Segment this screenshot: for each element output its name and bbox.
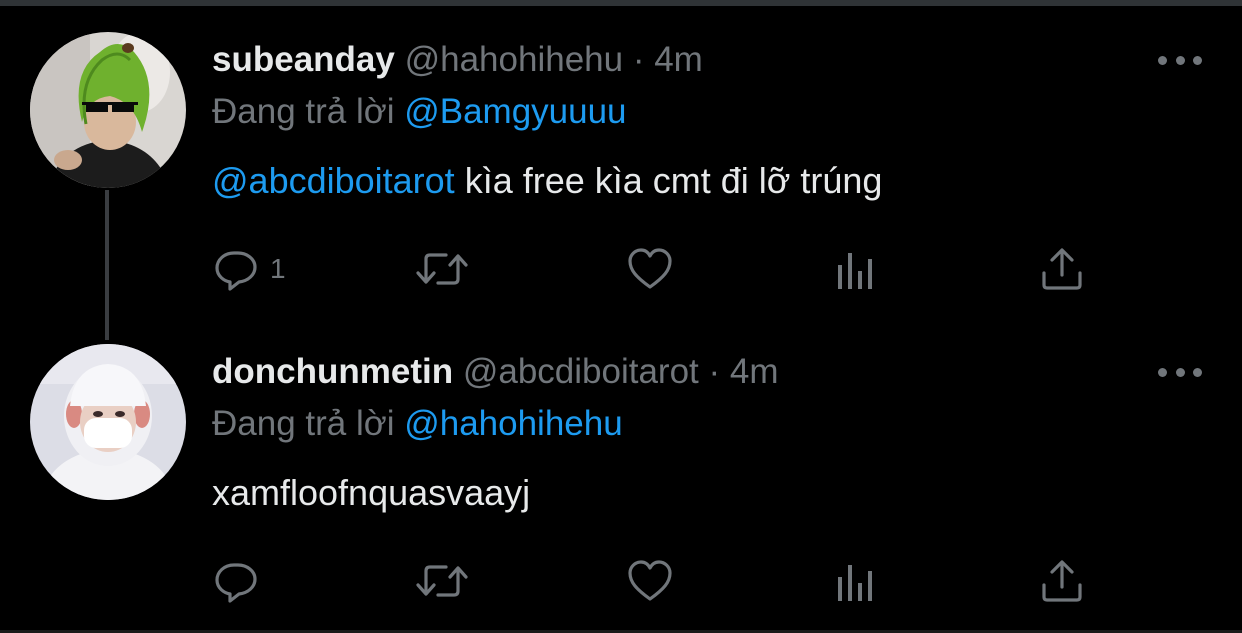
share-button[interactable] (1040, 556, 1084, 606)
analytics-button[interactable] (836, 556, 880, 606)
timestamp[interactable]: 4m (654, 40, 703, 79)
tweet-actions: 1 (212, 244, 1112, 294)
tweet-header: subeanday @hahohihehu · 4m (212, 40, 703, 80)
share-icon (1042, 248, 1082, 290)
analytics-button[interactable] (836, 244, 880, 294)
tweet-text-content: xamfloofnquasvaayj (212, 472, 531, 513)
tweet-text-content: kìa free kìa cmt đi lỡ trúng (454, 160, 883, 201)
tweet-header: donchunmetin @abcdiboitarot · 4m (212, 352, 779, 392)
replying-to: Đang trả lời @Bamgyuuuu (212, 92, 627, 132)
reply-button[interactable]: 1 (212, 244, 286, 294)
share-icon (1042, 560, 1082, 602)
separator-dot: · (708, 352, 721, 391)
share-button[interactable] (1040, 244, 1084, 294)
replying-prefix: Đang trả lời (212, 92, 395, 131)
more-options-icon[interactable] (1158, 52, 1202, 68)
analytics-icon (838, 253, 872, 289)
tweet-text: xamfloofnquasvaayj (212, 472, 530, 514)
divider (0, 0, 1242, 6)
retweet-button[interactable] (414, 556, 470, 606)
retweet-icon (416, 253, 468, 285)
like-button[interactable] (626, 556, 674, 606)
reply-icon (215, 251, 257, 291)
like-button[interactable] (626, 244, 674, 294)
tweet-thread: subeanday @hahohihehu · 4m Đang trả lời … (0, 0, 1242, 633)
replying-to-mention[interactable]: @hahohihehu (404, 404, 623, 443)
like-icon (628, 560, 672, 601)
thread-connector-line (105, 190, 109, 340)
replying-to-mention[interactable]: @Bamgyuuuu (404, 92, 626, 131)
tweet-text: @abcdiboitarot kìa free kìa cmt đi lỡ tr… (212, 160, 882, 202)
avatar[interactable] (30, 344, 186, 500)
user-handle[interactable]: @abcdiboitarot (463, 352, 699, 391)
separator-dot: · (632, 40, 645, 79)
user-handle[interactable]: @hahohihehu (405, 40, 624, 79)
reply-button[interactable] (212, 556, 260, 606)
display-name[interactable]: subeanday (212, 40, 395, 79)
retweet-icon (416, 565, 468, 597)
tweet-mention[interactable]: @abcdiboitarot (212, 160, 455, 201)
analytics-icon (838, 565, 872, 601)
display-name[interactable]: donchunmetin (212, 352, 453, 391)
avatar[interactable] (30, 32, 186, 188)
replying-to: Đang trả lời @hahohihehu (212, 404, 623, 444)
tweet-actions (212, 556, 1112, 606)
more-options-icon[interactable] (1158, 364, 1202, 380)
replying-prefix: Đang trả lời (212, 404, 395, 443)
like-icon (628, 248, 672, 289)
reply-icon (215, 563, 257, 603)
timestamp[interactable]: 4m (730, 352, 779, 391)
reply-count: 1 (270, 253, 286, 284)
retweet-button[interactable] (414, 244, 470, 294)
